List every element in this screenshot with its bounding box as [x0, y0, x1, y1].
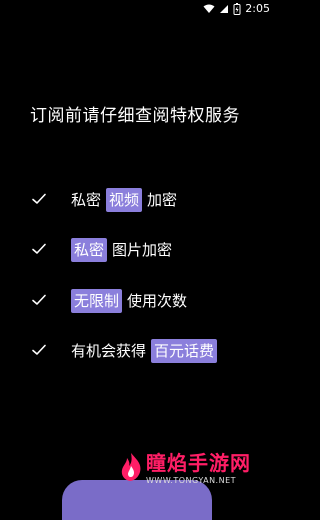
watermark-title: 瞳焰手游网	[146, 451, 251, 475]
status-bar: 2:05	[0, 0, 270, 18]
wifi-icon	[203, 4, 215, 13]
feature-text: 私密 图片加密	[71, 238, 172, 262]
status-icons: 2:05	[203, 2, 270, 16]
page-headline: 订阅前请仔细查阅特权服务	[30, 106, 240, 126]
feature-post: 加密	[147, 191, 178, 209]
flame-logo-icon	[121, 453, 141, 481]
feature-text: 无限制 使用次数	[71, 289, 187, 313]
status-time: 2:05	[245, 2, 270, 15]
feature-highlight: 视频	[106, 188, 143, 212]
check-icon	[32, 193, 46, 204]
feature-highlight: 私密	[71, 238, 108, 262]
feature-text: 私密 视频 加密	[71, 188, 177, 212]
feature-post: 使用次数	[127, 292, 188, 310]
check-icon	[32, 344, 46, 355]
battery-icon	[233, 3, 241, 15]
feature-post: 图片加密	[112, 241, 173, 259]
watermark-url: WWW.TONGYAN.NET	[146, 476, 237, 485]
check-icon	[32, 294, 46, 305]
watermark: 瞳焰手游网 WWW.TONGYAN.NET	[118, 450, 270, 503]
signal-icon	[220, 5, 229, 13]
feature-text: 有机会获得 百元话费	[71, 339, 218, 363]
feature-highlight: 无限制	[71, 289, 123, 313]
feature-highlight: 百元话费	[151, 339, 218, 363]
check-icon	[32, 243, 46, 254]
feature-pre: 私密	[71, 191, 102, 209]
feature-pre: 有机会获得	[71, 342, 147, 360]
